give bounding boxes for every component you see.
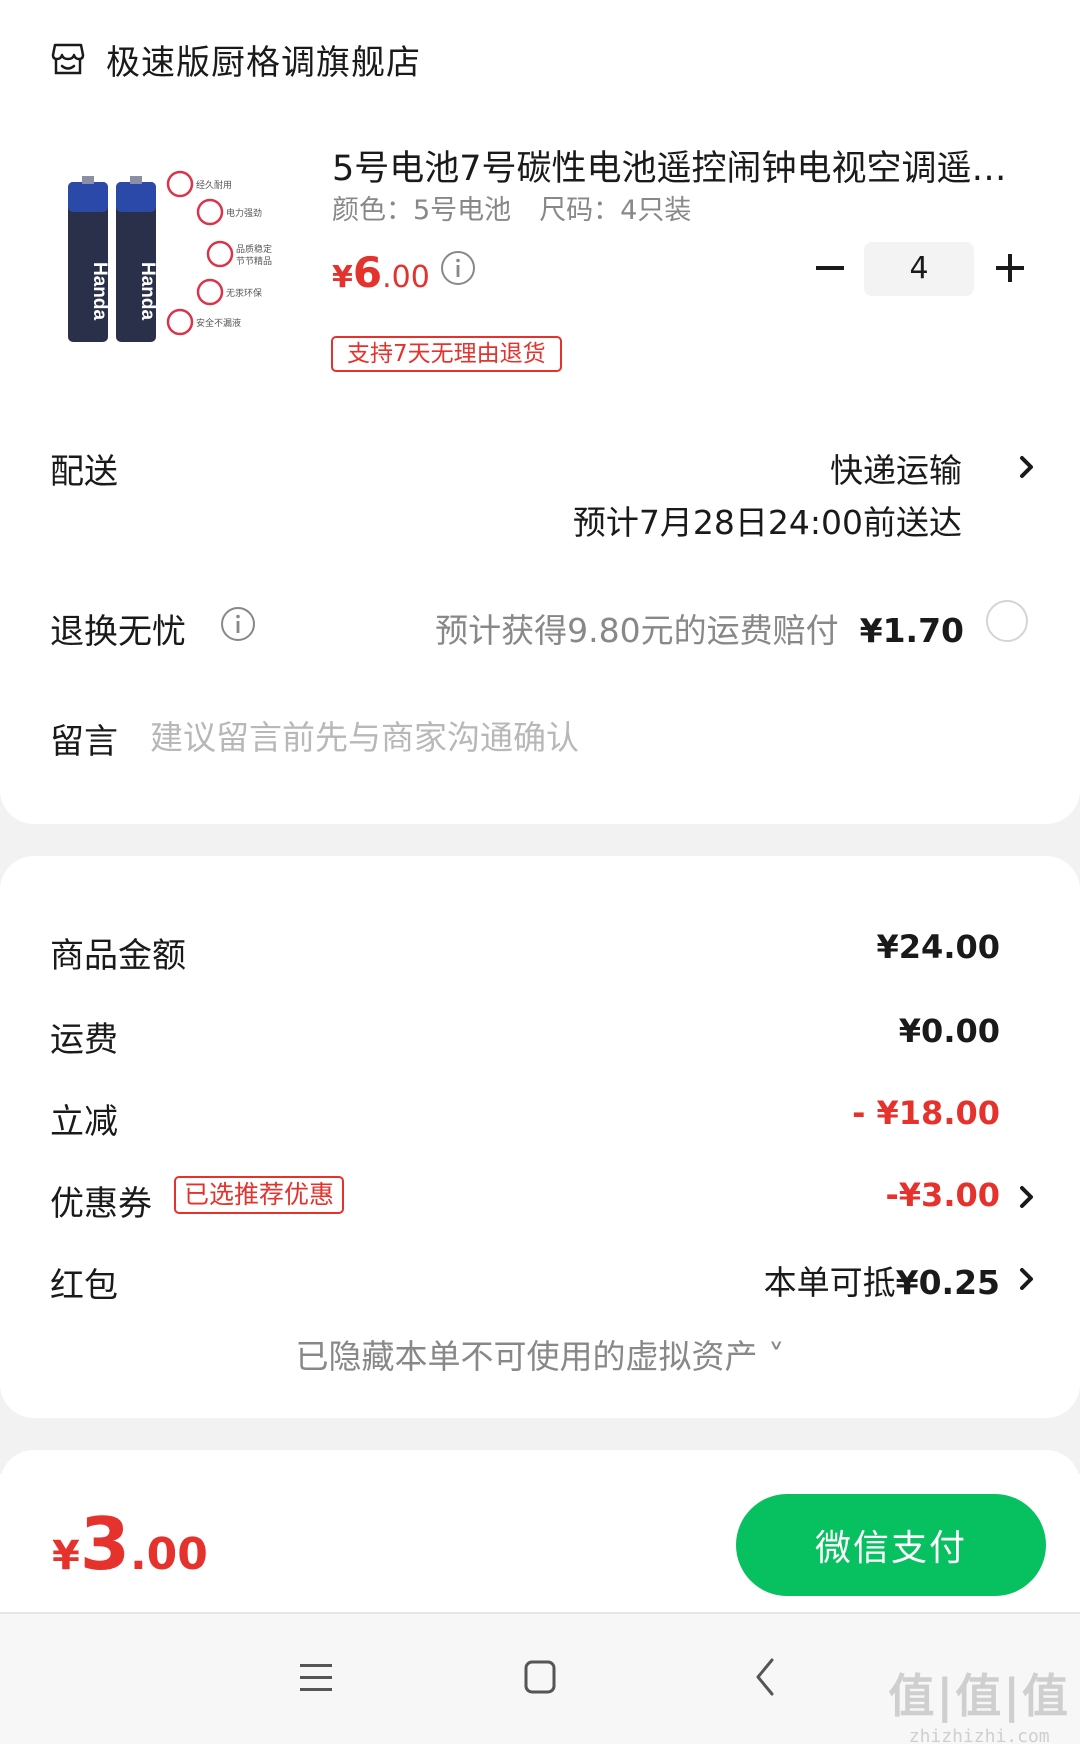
feature-label: 无汞环保 (226, 287, 262, 299)
chevron-right-icon[interactable] (1016, 1264, 1038, 1294)
feature-label: 节节精品 (236, 255, 272, 267)
insurance-desc-text: 预计获得9.80元的运费赔付 (435, 611, 839, 650)
chevron-right-icon[interactable] (1016, 1182, 1038, 1212)
price-decimal: .00 (382, 260, 430, 295)
wechat-pay-button[interactable]: 微信支付 (736, 1494, 1046, 1596)
plus-icon[interactable] (992, 250, 1028, 286)
minus-icon[interactable] (812, 250, 848, 286)
product-price: ¥ 6 .00 (332, 248, 430, 297)
order-item-card (0, 0, 1080, 824)
instant-discount-label: 立减 (50, 1102, 118, 1142)
store-header[interactable]: 极速版厨格调旗舰店 (50, 34, 421, 84)
watermark: 值|值|值 zhizhizhi.com (888, 1660, 1070, 1744)
battery-brand-text: Handa (137, 262, 158, 321)
back-icon[interactable] (736, 1648, 796, 1708)
feature-label: 品质稳定 (236, 243, 272, 255)
coupon-recommended-tag: 已选推荐优惠 (174, 1176, 345, 1214)
spec-color: 颜色：5号电池 (332, 195, 512, 226)
insurance-price: ¥1.70 (859, 611, 964, 650)
feature-icon (166, 170, 234, 336)
hidden-assets-toggle[interactable]: 已隐藏本单不可使用的虚拟资产 ˅ (0, 1330, 1080, 1378)
return-policy-badge: 支持7天无理由退货 (331, 336, 562, 372)
feature-label: 电力强劲 (226, 207, 262, 219)
message-label: 留言 (50, 722, 118, 762)
insurance-radio[interactable] (986, 600, 1028, 642)
home-icon[interactable] (510, 1648, 570, 1708)
hongbao-label: 红包 (50, 1266, 118, 1306)
spec-size: 尺码：4只装 (539, 195, 692, 226)
product-title[interactable]: 5号电池7号碳性电池遥控闹钟电视空调遥… (332, 140, 1032, 191)
goods-amount-value: ¥24.00 (876, 928, 1000, 966)
chevron-right-icon[interactable] (1016, 452, 1038, 482)
hongbao-value[interactable]: 本单可抵¥0.25 (764, 1256, 1000, 1304)
watermark-logo: 值|值|值 (888, 1669, 1070, 1723)
return-insurance-label: 退换无忧 (50, 612, 186, 652)
total-price: ¥ 3 .00 (52, 1508, 208, 1580)
quantity-input[interactable]: 4 (864, 242, 974, 296)
battery-brand-text: Handa (89, 262, 110, 321)
product-image[interactable]: Handa Handa 经久耐用 电力强劲 品质稳定 节节精品 无汞环保 安全不… (60, 162, 300, 362)
coupon-label: 优惠券 (50, 1184, 152, 1224)
hongbao-amount: ¥0.25 (895, 1263, 1000, 1302)
total-symbol: ¥ (52, 1533, 80, 1579)
info-icon[interactable] (220, 606, 256, 642)
total-integer: 3 (79, 1502, 130, 1586)
info-icon[interactable] (440, 250, 476, 286)
price-integer: 6 (352, 248, 383, 297)
shipping-fee-value: ¥0.00 (898, 1012, 1000, 1050)
watermark-url: zhizhizhi.com (908, 1726, 1050, 1744)
order-confirm-page: 极速版厨格调旗舰店 Handa Handa 经久耐用 电力强劲 品质稳定 节节精… (0, 0, 1080, 1744)
price-symbol: ¥ (332, 260, 353, 295)
feature-label: 安全不漏液 (196, 317, 241, 329)
delivery-method[interactable]: 快递运输 (830, 444, 962, 492)
product-spec: 颜色：5号电池 尺码：4只装 (332, 188, 691, 227)
delivery-label: 配送 (50, 452, 118, 492)
message-input[interactable] (150, 712, 1010, 762)
goods-amount-label: 商品金额 (50, 936, 186, 976)
feature-label: 经久耐用 (196, 179, 232, 191)
coupon-value[interactable]: -¥3.00 (886, 1176, 1001, 1214)
menu-icon[interactable] (286, 1648, 346, 1708)
store-icon (51, 43, 85, 75)
instant-discount-value: - ¥18.00 (852, 1094, 1000, 1132)
store-name: 极速版厨格调旗舰店 (106, 42, 421, 83)
total-decimal: .00 (129, 1529, 208, 1580)
shipping-fee-label: 运费 (50, 1020, 118, 1060)
hongbao-prefix: 本单可抵 (763, 1263, 896, 1302)
delivery-eta: 预计7月28日24:00前送达 (572, 503, 962, 542)
return-insurance-desc: 预计获得9.80元的运费赔付 ¥1.70 (435, 604, 964, 652)
